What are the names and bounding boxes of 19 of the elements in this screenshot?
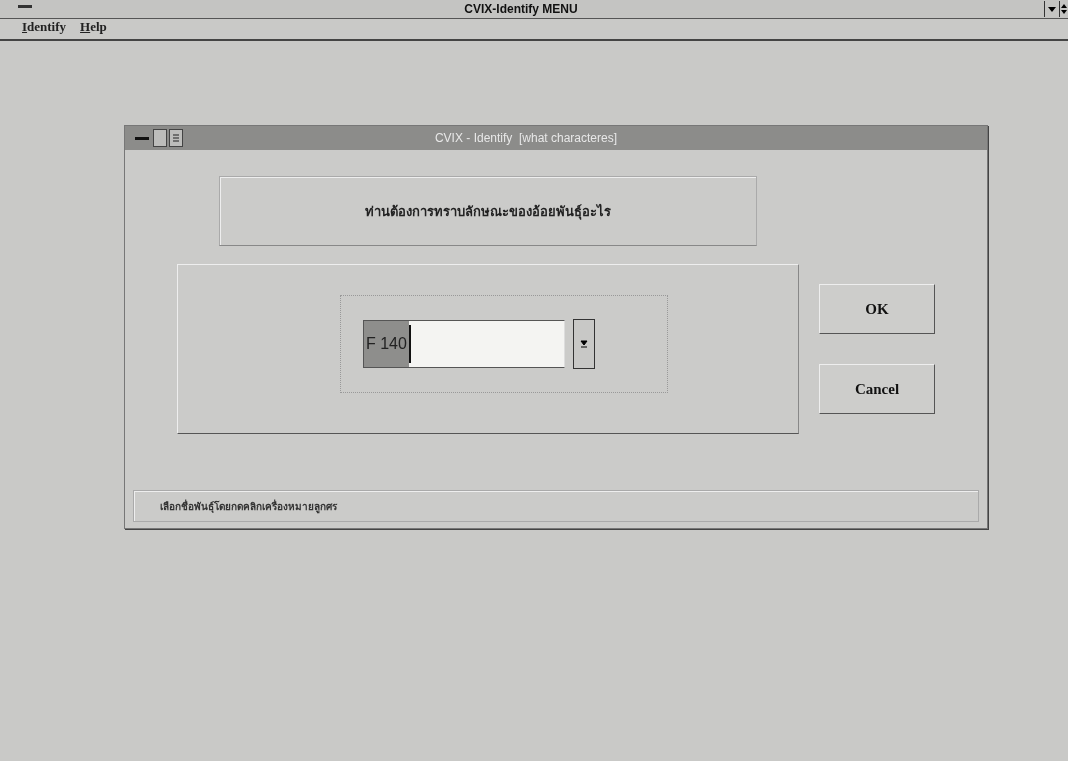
prompt-panel: ท่านต้องการทราบลักษณะของอ้อยพันธุ์อะไร xyxy=(219,176,757,246)
dialog-button[interactable]: Cancel xyxy=(819,364,935,414)
combo-value: F 140 xyxy=(364,321,409,367)
maximize-icon[interactable] xyxy=(1059,1,1068,17)
menu-item[interactable]: Help xyxy=(80,19,107,35)
system-menu-icon[interactable] xyxy=(135,136,149,140)
system-menu-icon[interactable] xyxy=(18,4,32,8)
minimize-icon[interactable] xyxy=(1044,1,1059,17)
status-text: เลือกชื่อพันธุ์โดยกดคลิกเครื่องหมายลูกศร xyxy=(160,498,337,514)
dialog-button[interactable]: OK xyxy=(819,284,935,334)
down-arrow-icon xyxy=(580,338,588,350)
small-square-icon[interactable] xyxy=(153,129,167,147)
lines-icon[interactable] xyxy=(169,129,183,147)
combo-field[interactable]: F 140 xyxy=(363,320,565,368)
window-title: CVIX-Identify MENU xyxy=(463,2,579,16)
text-cursor xyxy=(408,325,411,363)
menu-item[interactable]: Identify xyxy=(22,19,67,35)
dropdown-button[interactable] xyxy=(573,319,595,369)
dialog-title: CVIX - Identify [what characteres] xyxy=(433,131,619,145)
